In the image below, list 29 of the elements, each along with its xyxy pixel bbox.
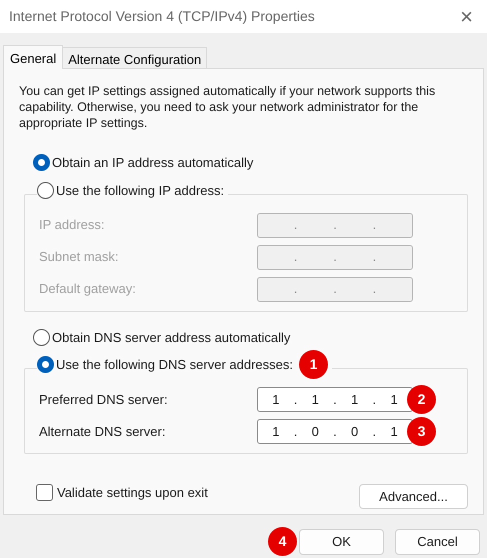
window-title: Internet Protocol Version 4 (TCP/IPv4) Properties xyxy=(9,7,315,26)
field-label: Default gateway: xyxy=(39,280,137,298)
radio-button[interactable] xyxy=(33,154,50,172)
checkbox-label: Validate settings upon exit xyxy=(57,484,208,502)
checkbox[interactable] xyxy=(36,484,53,501)
field-label: IP address: xyxy=(39,216,106,234)
field-label: Alternate DNS server: xyxy=(39,422,166,441)
number-badge: 3 xyxy=(407,417,436,446)
radio-button[interactable] xyxy=(37,356,54,374)
ip-address-field[interactable]: 1 . 1 . 1 . 1 xyxy=(257,387,413,412)
close-button[interactable]: × xyxy=(460,6,473,28)
dialog-button[interactable]: OK xyxy=(299,528,384,554)
ip-address-field[interactable]: 1 . 0 . 0 . 1 xyxy=(257,419,413,444)
number-badge: 1 xyxy=(299,350,328,380)
number-badge: 2 xyxy=(407,385,436,414)
radio-label: Obtain DNS server address automatically xyxy=(52,328,290,347)
number-badge: 4 xyxy=(268,527,297,556)
advanced-button[interactable]: Advanced... xyxy=(359,484,468,509)
radio-label: Use the following DNS server addresses: xyxy=(56,356,293,374)
field-label: Subnet mask: xyxy=(39,248,120,266)
dialog-button[interactable]: Cancel xyxy=(395,528,480,554)
field-label: Preferred DNS server: xyxy=(39,390,169,409)
radio-button[interactable] xyxy=(33,328,50,346)
intro-text: You can get IP settings assigned automatically if your network supports this capability. Otherwise, you need to ask your network administrator for the appropriate IP settings. xyxy=(19,83,436,131)
radio-label: Obtain an IP address automatically xyxy=(52,154,254,172)
radio-label: Use the following IP address: xyxy=(56,182,224,200)
tab[interactable]: General xyxy=(3,45,64,69)
tab[interactable]: Alternate Configuration xyxy=(63,47,208,68)
radio-button[interactable] xyxy=(37,182,54,199)
